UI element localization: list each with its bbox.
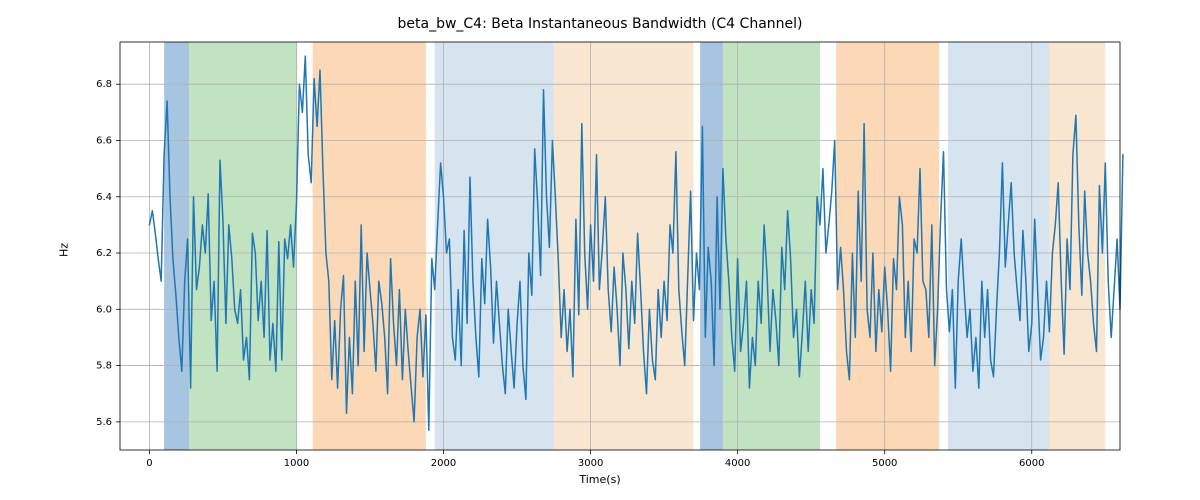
axes: 0100020003000400050006000 5.65.86.06.26.… xyxy=(120,42,1120,450)
y-tick-label: 6.2 xyxy=(96,248,112,259)
x-tick-label: 6000 xyxy=(1019,458,1044,469)
y-tick-label: 6.6 xyxy=(96,135,112,146)
y-tick-label: 5.6 xyxy=(96,417,112,428)
y-ticks: 5.6 5.8 6.0 6.2 6.4 6.6 6.8 xyxy=(96,79,120,428)
x-tick-label: 5000 xyxy=(872,458,897,469)
x-tick-label: 3000 xyxy=(578,458,603,469)
background-bands xyxy=(164,42,1105,450)
x-tick-label: 0 xyxy=(146,458,152,469)
y-tick-label: 6.0 xyxy=(96,304,112,315)
figure: beta_bw_C4: Beta Instantaneous Bandwidth… xyxy=(0,0,1200,500)
x-ticks: 0 1000 2000 3000 4000 5000 6000 xyxy=(146,450,1044,469)
band-lightblue xyxy=(435,42,554,450)
x-tick-label: 4000 xyxy=(725,458,750,469)
y-tick-label: 6.8 xyxy=(96,79,112,90)
band-lightorange xyxy=(1049,42,1105,450)
y-axis-label: Hz xyxy=(58,243,71,257)
x-tick-label: 1000 xyxy=(284,458,309,469)
band-orange xyxy=(313,42,426,450)
y-tick-label: 6.4 xyxy=(96,192,112,203)
x-axis-label: Time(s) xyxy=(0,473,1200,486)
band-orange xyxy=(836,42,939,450)
chart-title: beta_bw_C4: Beta Instantaneous Bandwidth… xyxy=(0,16,1200,32)
y-tick-label: 5.8 xyxy=(96,361,112,372)
plot-svg: 0100020003000400050006000 5.65.86.06.26.… xyxy=(120,42,1120,450)
x-tick-label: 2000 xyxy=(431,458,456,469)
